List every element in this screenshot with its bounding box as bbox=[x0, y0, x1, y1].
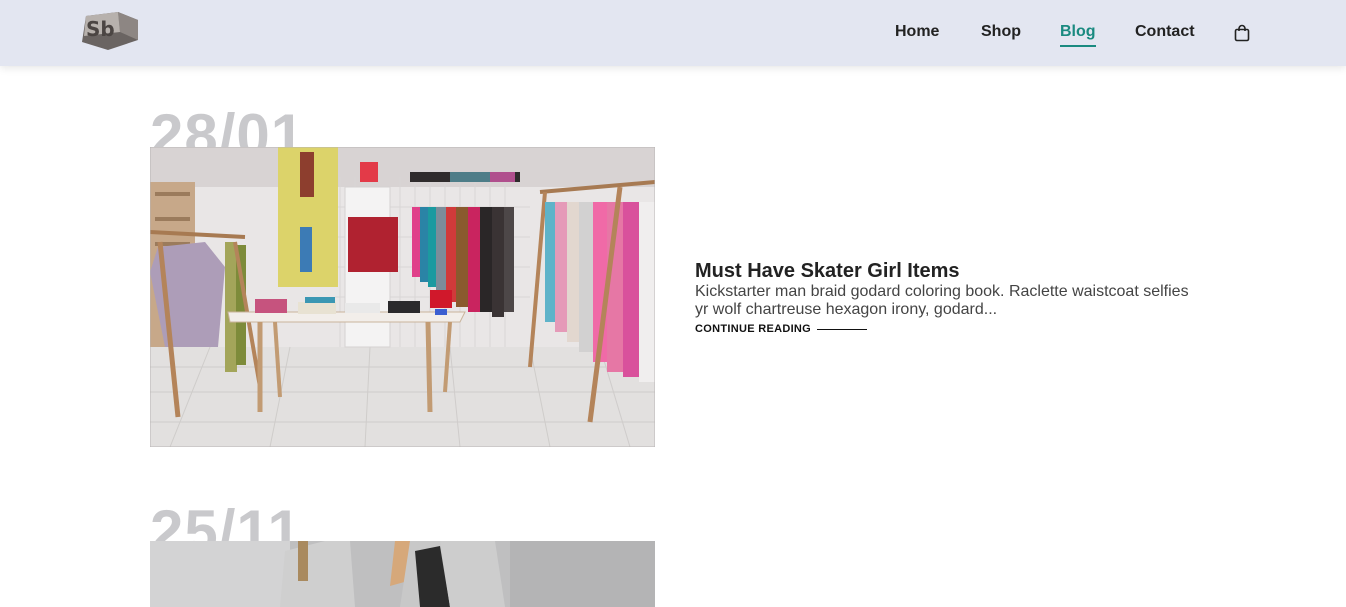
post-image[interactable] bbox=[150, 541, 655, 607]
post-image[interactable] bbox=[150, 147, 655, 447]
continue-reading-link[interactable]: CONTINUE READING bbox=[695, 323, 867, 335]
svg-text:Sb: Sb bbox=[86, 17, 115, 41]
post-excerpt: Kickstarter man braid godard coloring bo… bbox=[695, 283, 1189, 318]
logo[interactable]: Sb bbox=[78, 10, 142, 54]
nav-contact[interactable]: Contact bbox=[1135, 22, 1195, 42]
continue-line bbox=[817, 329, 867, 330]
blog-post: 28/01 Must Have Skater Girl Items Kickst… bbox=[150, 100, 1250, 460]
active-underline bbox=[1060, 45, 1096, 47]
nav-home[interactable]: Home bbox=[895, 22, 939, 42]
site-header: Sb Home Shop Blog Contact bbox=[0, 0, 1346, 66]
nav-shop[interactable]: Shop bbox=[981, 22, 1021, 42]
shopping-bag-icon[interactable] bbox=[1233, 24, 1251, 42]
post-title[interactable]: Must Have Skater Girl Items bbox=[695, 259, 960, 283]
nav-blog-label: Blog bbox=[1060, 23, 1096, 40]
continue-reading-label: CONTINUE READING bbox=[695, 323, 812, 335]
nav-blog[interactable]: Blog bbox=[1060, 22, 1096, 47]
blog-post: 25/11 bbox=[150, 494, 1250, 607]
